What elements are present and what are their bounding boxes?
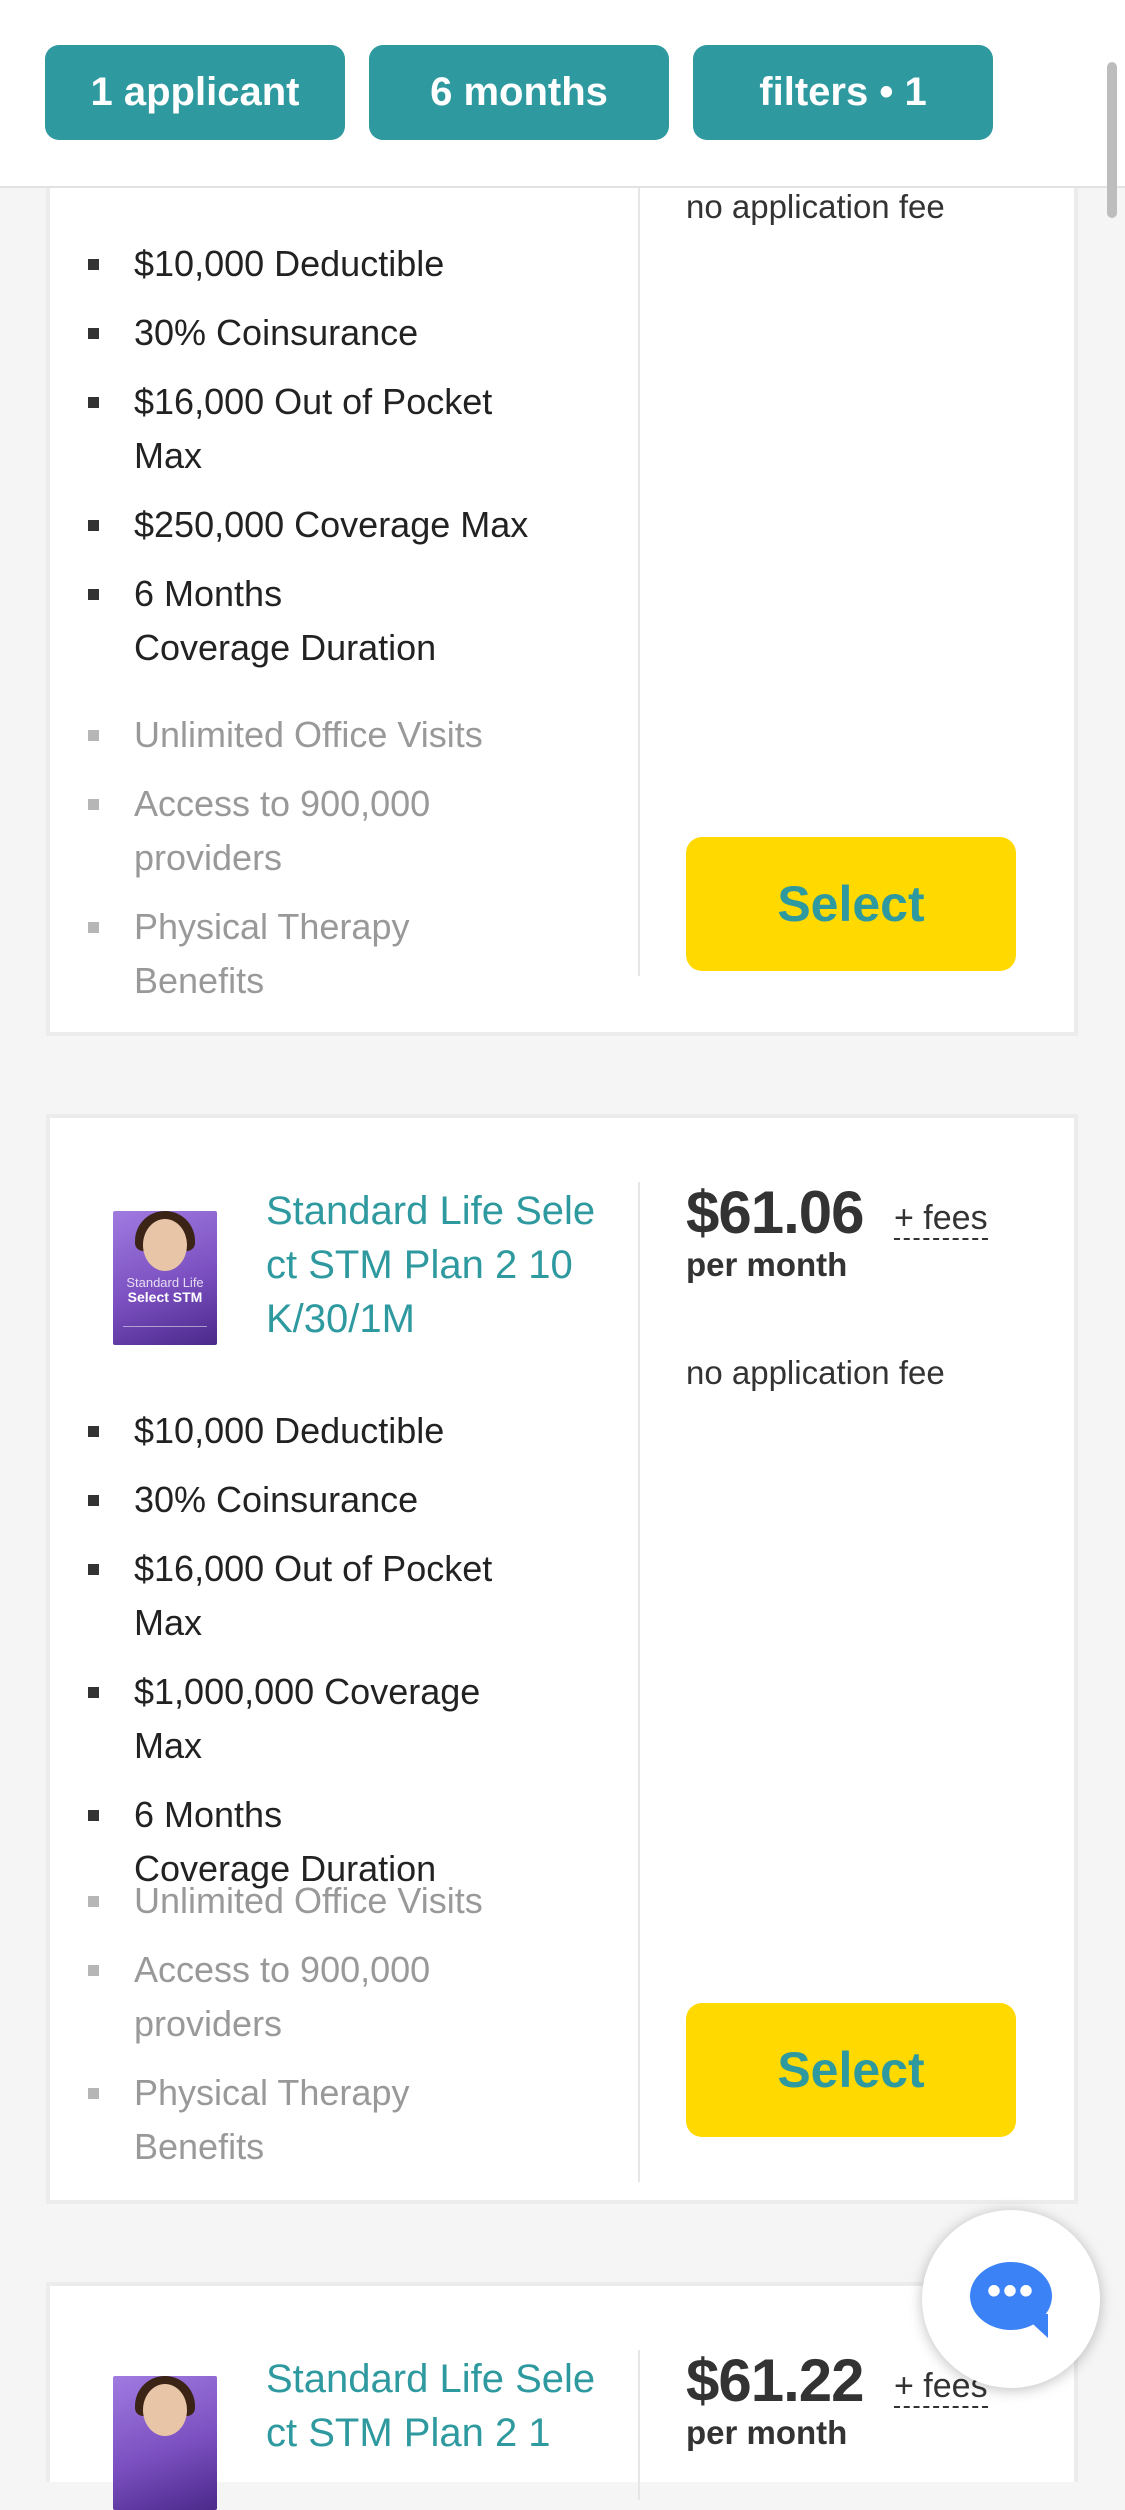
plan-price: $61.06 — [686, 1179, 865, 1246]
card-divider — [638, 124, 640, 976]
application-fee: no application fee — [686, 1354, 945, 1391]
feature-item: $10,000 Deductible — [68, 1404, 538, 1458]
fees-tooltip-trigger[interactable]: + fees — [894, 1198, 988, 1240]
scrollbar[interactable] — [1107, 62, 1117, 218]
feature-item: $250,000 Coverage Max — [68, 498, 538, 552]
ellipsis-icon: ••• — [986, 2269, 1035, 2313]
application-fee: no application fee — [686, 188, 945, 225]
plan-thumbnail: Standard Life Select STM — [113, 1211, 217, 1345]
feature-item: 6 Months Coverage Duration — [68, 567, 538, 675]
plan-card: Standard Life Select STM Standard Life S… — [46, 1114, 1078, 2204]
price-period: per month — [686, 1246, 848, 1283]
plan-card: no application fee $10,000 Deductible 30… — [46, 120, 1078, 1036]
chat-button[interactable]: ••• — [922, 2210, 1100, 2388]
thumbnail-brand: Standard Life — [126, 1275, 204, 1290]
applicants-filter-button[interactable]: 1 applicant — [45, 45, 345, 140]
plan-thumbnail — [113, 2376, 217, 2510]
price-period: per month — [686, 2414, 848, 2451]
extra-item: Unlimited Office Visits — [68, 1874, 538, 1928]
duration-filter-button[interactable]: 6 months — [369, 45, 669, 140]
plan-price: $61.22 — [686, 2347, 865, 2414]
feature-item: $1,000,000 Coverage Max — [68, 1665, 538, 1773]
card-divider — [638, 2350, 640, 2500]
select-button[interactable]: Select — [686, 2003, 1016, 2137]
extra-item: Unlimited Office Visits — [68, 708, 538, 762]
extra-item: Access to 900,000 providers — [68, 1943, 454, 2051]
feature-item: $16,000 Out of Pocket Max — [68, 1542, 538, 1650]
select-button[interactable]: Select — [686, 837, 1016, 971]
extra-item: Access to 900,000 providers — [68, 777, 454, 885]
filters-button[interactable]: filters • 1 — [693, 45, 993, 140]
feature-item: $16,000 Out of Pocket Max — [68, 375, 538, 483]
thumbnail-plan: Select STM — [127, 1289, 203, 1305]
feature-item: 30% Coinsurance — [68, 1473, 538, 1527]
extra-item: Physical Therapy Benefits — [68, 900, 538, 1008]
feature-item: $10,000 Deductible — [68, 237, 538, 291]
plan-title-link[interactable]: Standard Life Select STM Plan 2 1 — [266, 2352, 596, 2460]
feature-item: 30% Coinsurance — [68, 306, 538, 360]
card-divider — [638, 1182, 640, 2182]
extras-list: Unlimited Office Visits Access to 900,00… — [68, 708, 538, 1023]
plan-title-link[interactable]: Standard Life Select STM Plan 2 10K/30/1… — [266, 1184, 596, 1346]
extra-item: Physical Therapy Benefits — [68, 2066, 538, 2174]
extras-list: Unlimited Office Visits Access to 900,00… — [68, 1874, 538, 2189]
feature-list: $10,000 Deductible 30% Coinsurance $16,0… — [68, 237, 538, 690]
feature-list: $10,000 Deductible 30% Coinsurance $16,0… — [68, 1404, 538, 1911]
filter-bar: 1 applicant 6 months filters • 1 — [0, 0, 1125, 188]
